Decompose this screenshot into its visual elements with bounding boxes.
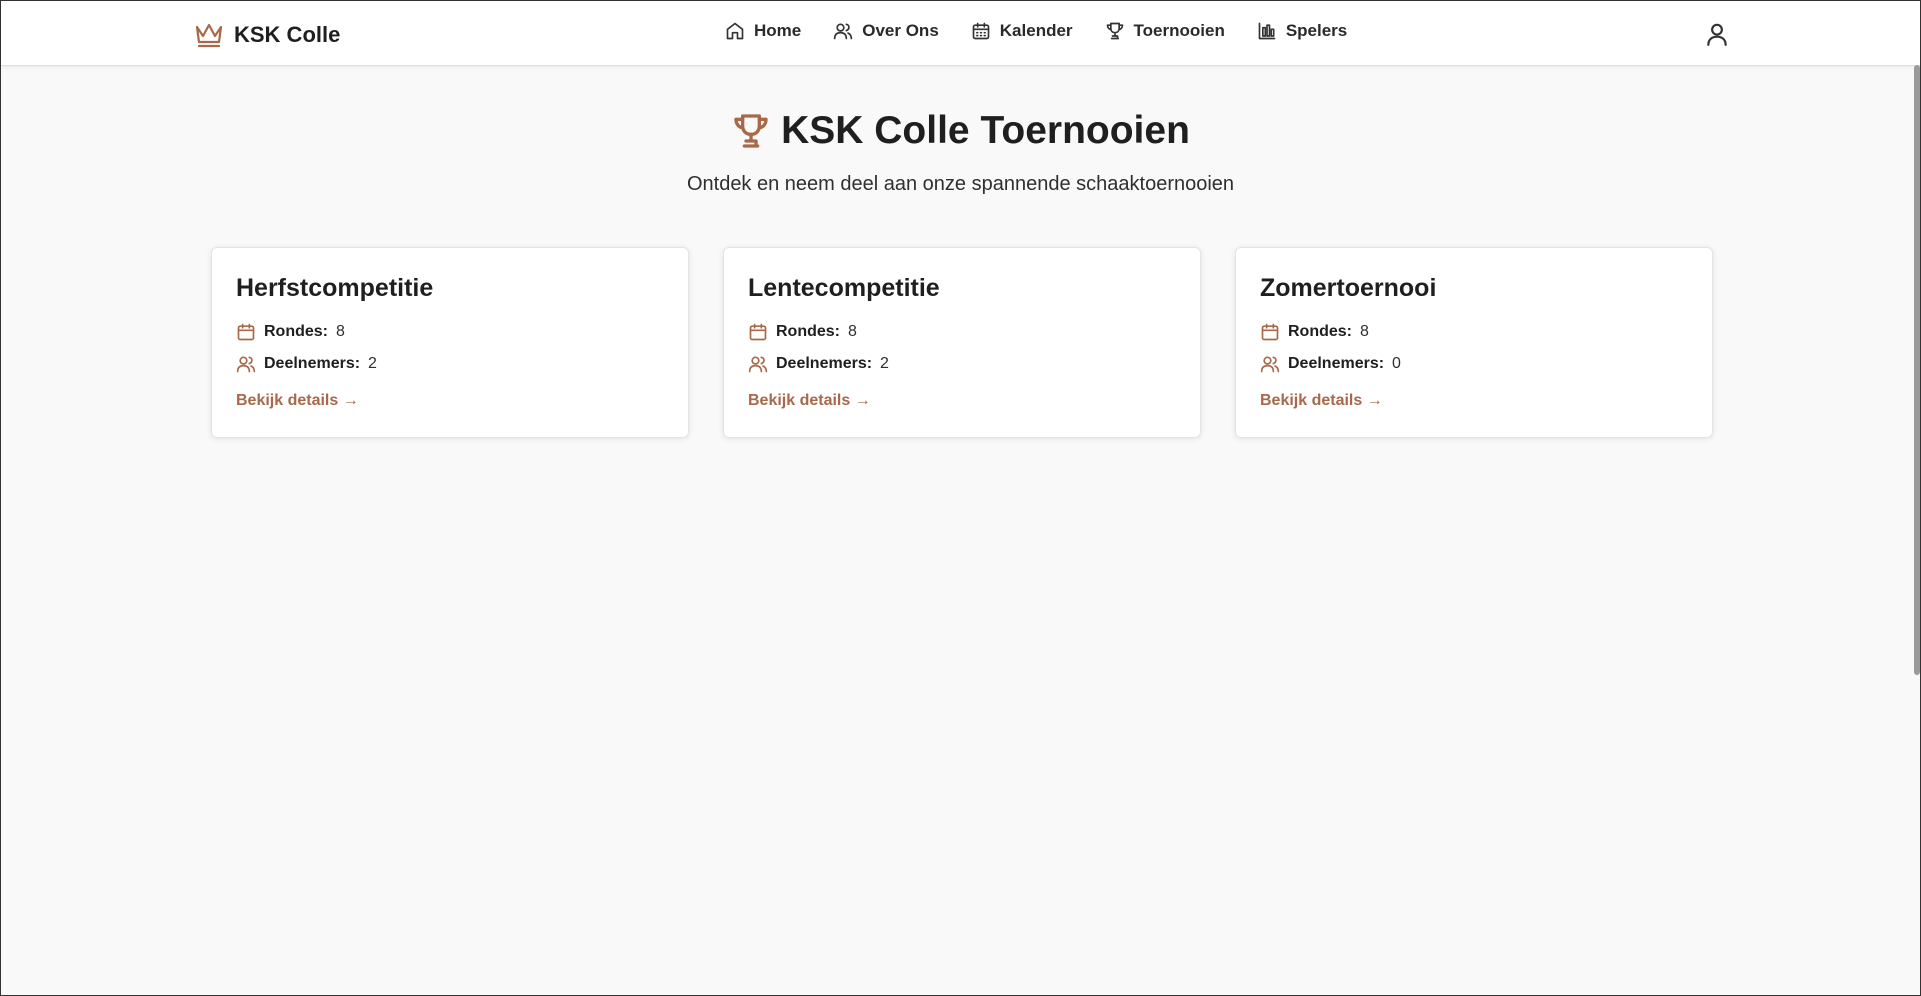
trophy-icon — [1105, 21, 1125, 41]
participants-label: Deelnemers: — [776, 355, 873, 372]
participants-row: Deelnemers: 2 — [748, 352, 1176, 376]
tournament-name: Herfstcompetitie — [236, 274, 434, 302]
view-details-link[interactable]: Bekijk details → — [748, 392, 871, 410]
rounds-label: Rondes: — [776, 323, 840, 340]
user-account-button[interactable] — [1704, 21, 1730, 47]
brand-name: KSK Colle — [234, 22, 341, 47]
participants-label: Deelnemers: — [1288, 355, 1385, 372]
tournament-card: Lentecompetitie Rondes: 8 Deelnemers: 2 … — [723, 247, 1201, 438]
crown-icon — [194, 21, 224, 49]
nav-link-label: Spelers — [1285, 21, 1348, 40]
calendar-icon — [1260, 322, 1280, 342]
tournament-name: Lentecompetitie — [748, 274, 940, 302]
home-icon — [725, 21, 745, 41]
users-icon — [748, 354, 768, 374]
trophy-icon — [731, 111, 771, 151]
users-icon — [833, 21, 853, 41]
participants-label: Deelnemers: — [264, 355, 361, 372]
rounds-label: Rondes: — [264, 323, 328, 340]
scrollbar[interactable] — [1914, 65, 1920, 675]
participants-value: 2 — [368, 355, 377, 372]
nav-link-home[interactable]: Home — [725, 21, 801, 41]
nav-link-kalender[interactable]: Kalender — [971, 21, 1073, 41]
participants-row: Deelnemers: 0 — [1260, 352, 1688, 376]
rounds-value: 8 — [848, 323, 857, 340]
user-icon — [1704, 21, 1730, 47]
tournament-card: Herfstcompetitie Rondes: 8 Deelnemers: 2… — [211, 247, 689, 438]
rounds-label: Rondes: — [1288, 323, 1352, 340]
rounds-row: Rondes: 8 — [748, 320, 1176, 344]
calendar-icon — [748, 322, 768, 342]
nav-links: Home Over Ons Kalender Toernooien Speler… — [725, 21, 1347, 41]
nav-link-spelers[interactable]: Spelers — [1257, 21, 1347, 41]
nav-link-label: Toernooien — [1133, 21, 1225, 40]
tournament-card: Zomertoernooi Rondes: 8 Deelnemers: 0 Be… — [1235, 247, 1713, 438]
bar-chart-icon — [1257, 21, 1277, 41]
participants-row: Deelnemers: 2 — [236, 352, 664, 376]
nav-link-label: Kalender — [999, 21, 1073, 40]
rounds-row: Rondes: 8 — [236, 320, 664, 344]
participants-value: 0 — [1392, 355, 1401, 372]
brand-logo-link[interactable]: KSK Colle — [194, 18, 340, 52]
tournament-card-list: Herfstcompetitie Rondes: 8 Deelnemers: 2… — [211, 247, 1713, 438]
rounds-value: 8 — [336, 323, 345, 340]
nav-link-toernooien[interactable]: Toernooien — [1105, 21, 1225, 41]
top-navbar: KSK Colle Home Over Ons Kalender Toernoo… — [1, 1, 1920, 66]
calendar-icon — [236, 322, 256, 342]
page-title: KSK Colle Toernooien — [781, 109, 1190, 152]
calendar-icon — [971, 21, 991, 41]
view-details-link[interactable]: Bekijk details → — [236, 392, 359, 410]
nav-link-over-ons[interactable]: Over Ons — [833, 21, 939, 41]
users-icon — [1260, 354, 1280, 374]
rounds-value: 8 — [1360, 323, 1369, 340]
page-subtitle: Ontdek en neem deel aan onze spannende s… — [686, 173, 1235, 195]
page-heading: KSK Colle Toernooien — [1, 109, 1920, 153]
nav-link-label: Over Ons — [862, 21, 939, 40]
rounds-row: Rondes: 8 — [1260, 320, 1688, 344]
participants-value: 2 — [880, 355, 889, 372]
nav-link-label: Home — [754, 21, 802, 40]
users-icon — [236, 354, 256, 374]
view-details-link[interactable]: Bekijk details → — [1260, 392, 1383, 410]
tournament-name: Zomertoernooi — [1260, 274, 1437, 302]
